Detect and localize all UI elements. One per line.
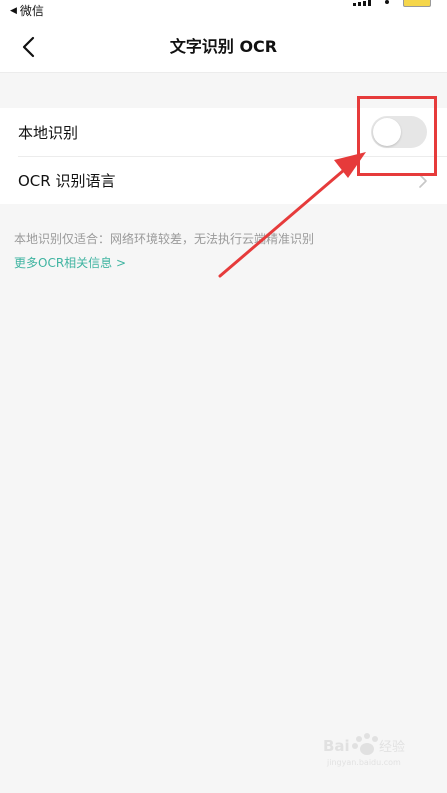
page-title: 文字识别 OCR bbox=[169, 37, 278, 56]
status-bar: ◀ 微信 bbox=[0, 0, 447, 22]
status-indicators bbox=[353, 0, 431, 10]
navigation-bar: 文字识别 OCR bbox=[0, 22, 447, 73]
local-recognition-toggle[interactable] bbox=[371, 116, 427, 148]
signal-icon bbox=[353, 0, 371, 6]
status-back-label: 微信 bbox=[19, 4, 44, 18]
wifi-icon bbox=[385, 0, 389, 4]
footnote-text: 本地识别仅适合：网络环境较差，无法执行云端精准识别 bbox=[14, 232, 315, 246]
settings-row-local-recognition: 本地识别 bbox=[0, 108, 447, 156]
more-ocr-info-link[interactable]: 更多OCR相关信息 > bbox=[14, 254, 126, 272]
back-triangle-icon: ◀ bbox=[10, 6, 17, 16]
settings-row-ocr-language[interactable]: OCR 识别语言 bbox=[18, 156, 447, 204]
status-back-to-wechat[interactable]: ◀ 微信 bbox=[10, 4, 44, 18]
local-recognition-label: 本地识别 bbox=[18, 123, 79, 142]
toggle-knob bbox=[373, 118, 401, 146]
settings-list: 本地识别 OCR 识别语言 bbox=[0, 108, 447, 204]
watermark-logo: Bai 经验 jingyan.baidu.com bbox=[323, 733, 405, 767]
svg-text:Bai: Bai bbox=[323, 737, 350, 755]
svg-text:经验: 经验 bbox=[379, 739, 405, 755]
chevron-right-icon bbox=[419, 174, 427, 188]
svg-text:jingyan.baidu.com: jingyan.baidu.com bbox=[326, 758, 401, 767]
battery-icon bbox=[403, 0, 431, 7]
ocr-language-label: OCR 识别语言 bbox=[18, 172, 116, 190]
